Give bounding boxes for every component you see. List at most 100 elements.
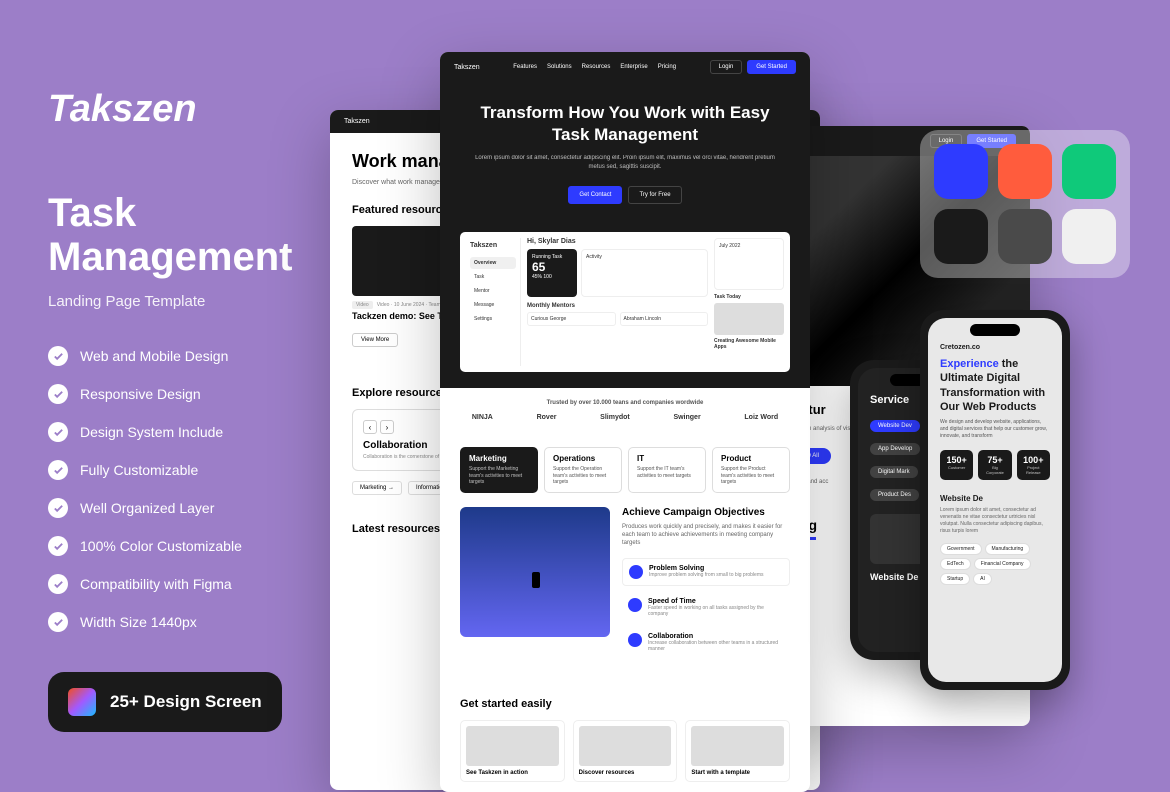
task-image	[714, 303, 784, 335]
brand-logo: Takszen	[48, 88, 328, 131]
tab[interactable]: OperationsSupport the Operation team's a…	[544, 447, 622, 493]
get-contact-button[interactable]: Get Contact	[568, 186, 622, 204]
color-swatch	[934, 144, 988, 199]
get-started-button[interactable]: Get Started	[747, 60, 796, 74]
feature-item: Compatibility with Figma	[48, 574, 328, 594]
arrow-right-icon[interactable]: ›	[380, 420, 394, 434]
menu-item[interactable]: Mentor	[470, 285, 516, 297]
dashboard-preview: Takszen OverviewTaskMentorMessageSetting…	[460, 232, 790, 372]
menu-item[interactable]: Settings	[470, 313, 516, 325]
nav-item[interactable]: Pricing	[658, 64, 676, 70]
arrow-left-icon[interactable]: ‹	[363, 420, 377, 434]
nav-item[interactable]: Features	[513, 64, 537, 70]
color-swatches	[920, 130, 1130, 278]
campaign-text: Produces work quickly and precisely, and…	[622, 523, 790, 548]
filter-chip[interactable]: Marketing →	[352, 481, 402, 495]
feature-item: Well Organized Layer	[48, 498, 328, 518]
check-icon	[48, 574, 68, 594]
mentor-card[interactable]: Curious George	[527, 312, 616, 326]
page-title: Task Management	[48, 191, 328, 279]
brand: Takszen	[454, 64, 480, 71]
service-pill[interactable]: App Develop	[870, 443, 920, 455]
mobile-text: We design and develop website, applicati…	[940, 419, 1050, 440]
color-swatch	[998, 209, 1052, 264]
industry-chip[interactable]: Manufacturing	[985, 543, 1031, 555]
industry-chip[interactable]: EdTech	[940, 558, 971, 570]
industry-chip[interactable]: Financial Company	[974, 558, 1031, 570]
benefit-icon	[628, 598, 642, 612]
partner-logo: NINJA	[472, 414, 493, 421]
feature-item: 100% Color Customizable	[48, 536, 328, 556]
view-more-button[interactable]: View More	[352, 333, 398, 347]
stat-card: 75+Big Corporate	[978, 450, 1011, 480]
started-card[interactable]: Discover resources	[573, 720, 678, 782]
started-card[interactable]: See Taskzen in action	[460, 720, 565, 782]
partner-logo: Loiz Word	[744, 414, 778, 421]
nav-item[interactable]: Enterprise	[620, 64, 647, 70]
industry-chip[interactable]: Startup	[940, 573, 970, 585]
partner-logo: Slimydot	[600, 414, 630, 421]
feature-item: Responsive Design	[48, 384, 328, 404]
hero: Transform How You Work with Easy Task Ma…	[440, 82, 810, 232]
service-pill[interactable]: Website Dev	[870, 420, 920, 432]
partner-logo: Swinger	[673, 414, 700, 421]
check-icon	[48, 422, 68, 442]
brand: Takszen	[344, 118, 370, 125]
nav-item[interactable]: Solutions	[547, 64, 572, 70]
figma-badge: 25+ Design Screen	[48, 672, 282, 732]
menu-item[interactable]: Overview	[470, 257, 516, 269]
feature-item: Web and Mobile Design	[48, 346, 328, 366]
check-icon	[48, 612, 68, 632]
hero-text: Lorem ipsum dolor sit amet, consectetur …	[470, 154, 780, 172]
benefit-icon	[629, 565, 643, 579]
tab[interactable]: ITSupport the IT team's activities to me…	[628, 447, 706, 493]
hero-title: Transform How You Work with Easy Task Ma…	[470, 102, 780, 146]
campaign-title: Achieve Campaign Objectives	[622, 507, 790, 518]
stat-card: 100+Project Release	[1017, 450, 1050, 480]
try-free-button[interactable]: Try for Free	[628, 186, 681, 204]
service-pill[interactable]: Digital Mark	[870, 466, 918, 478]
benefit-icon	[628, 633, 642, 647]
campaign-image	[460, 507, 610, 637]
login-button[interactable]: Login	[710, 60, 743, 74]
figma-icon	[68, 688, 96, 716]
feature-item: Design System Include	[48, 422, 328, 442]
benefit-item: CollaborationIncrease collaboration betw…	[622, 629, 790, 656]
color-swatch	[998, 144, 1052, 199]
trust-section: Trusted by over 10.000 teans and compani…	[440, 388, 810, 433]
phone-front: Cretozen.co Experience the Ultimate Digi…	[920, 310, 1070, 690]
tab[interactable]: MarketingSupport the Marketing team's ac…	[460, 447, 538, 493]
menu-item[interactable]: Message	[470, 299, 516, 311]
activity-chart: Activity	[581, 249, 708, 297]
mentors-title: Monthly Mentors	[527, 303, 708, 309]
check-icon	[48, 498, 68, 518]
nav-item[interactable]: Resources	[582, 64, 611, 70]
color-swatch	[1062, 209, 1116, 264]
mobile-brand: Cretozen.co	[940, 344, 1050, 351]
nav: Features Solutions Resources Enterprise Pric…	[513, 64, 676, 70]
notch	[970, 324, 1020, 336]
industry-chip[interactable]: Government	[940, 543, 982, 555]
phone-mockups: Service Website DevApp DevelopDigital Ma…	[850, 310, 1130, 740]
badge-text: 25+ Design Screen	[110, 692, 262, 712]
page-subtitle: Landing Page Template	[48, 293, 328, 310]
check-icon	[48, 346, 68, 366]
task-today: Task Today	[714, 294, 784, 300]
menu-item[interactable]: Task	[470, 271, 516, 283]
task-name: Creating Awesome Mobile Apps	[714, 338, 784, 350]
check-icon	[48, 536, 68, 556]
feature-list: Web and Mobile Design Responsive Design De…	[48, 346, 328, 632]
service-pill[interactable]: Product Des	[870, 489, 919, 501]
calendar[interactable]: July 2022	[714, 238, 784, 290]
running-task-card: Running Task 65 45% 100	[527, 249, 577, 297]
mobile-title: Experience the Ultimate Digital Transfor…	[940, 357, 1050, 414]
mentor-card[interactable]: Abraham Lincoln	[620, 312, 709, 326]
check-icon	[48, 384, 68, 404]
started-card[interactable]: Start with a template	[685, 720, 790, 782]
tab[interactable]: ProductSupport the Product team's activi…	[712, 447, 790, 493]
landing-page-mockup: Takszen Features Solutions Resources Enterp…	[440, 52, 810, 792]
check-icon	[48, 460, 68, 480]
industry-chip[interactable]: AI	[973, 573, 992, 585]
feature-item: Fully Customizable	[48, 460, 328, 480]
greeting: Hi, Skylar Dias	[527, 238, 708, 245]
